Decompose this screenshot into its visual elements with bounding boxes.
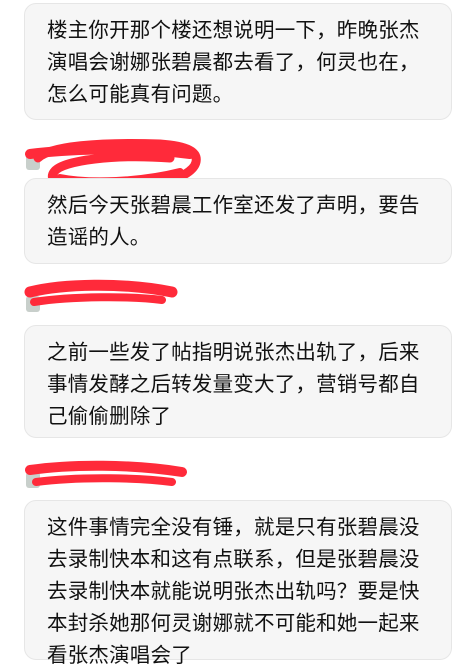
redacted-username-3 (20, 468, 220, 494)
comment-bubble-1: 楼主你开那个楼还想说明一下，昨晚张杰 演唱会谢娜张碧晨都去看了，何灵也在， 怎么… (24, 3, 452, 120)
username-fragment (26, 154, 40, 170)
comment-bubble-2: 然后今天张碧晨工作室还发了声明，要告 造谣的人。 (24, 178, 452, 264)
username-fragment (26, 296, 40, 312)
redacted-username-1 (20, 150, 220, 176)
redacted-username-2 (20, 292, 220, 318)
comment-bubble-4: 这件事情完全没有锤，就是只有张碧晨没 去录制快本和这有点联系，但是张碧晨没 去录… (24, 500, 452, 667)
comment-thread: 楼主你开那个楼还想说明一下，昨晚张杰 演唱会谢娜张碧晨都去看了，何灵也在， 怎么… (0, 0, 459, 667)
comment-bubble-3: 之前一些发了帖指明说张杰出轨了，后来 事情发酵之后转发量变大了，营销号都自 己偷… (24, 325, 452, 438)
username-fragment (26, 472, 40, 488)
